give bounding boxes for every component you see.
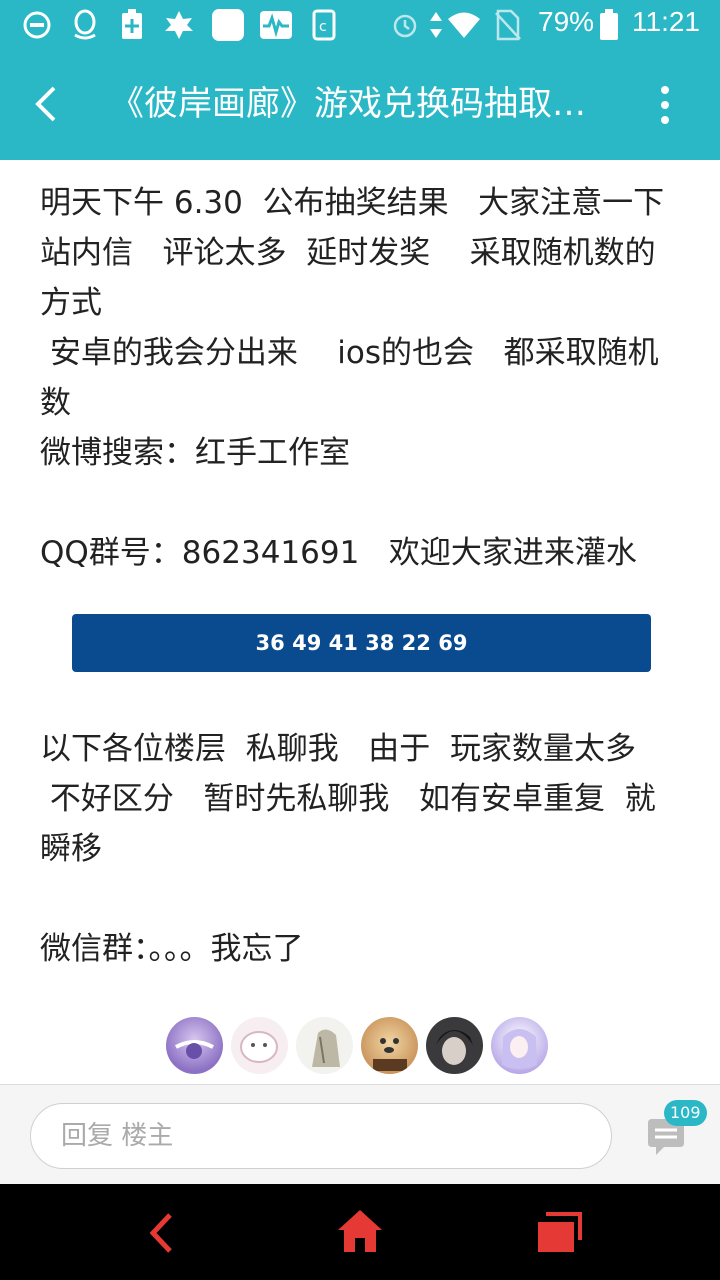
post-text-line: 数	[40, 385, 71, 421]
no-sim-icon	[494, 8, 522, 42]
avatar[interactable]	[491, 1017, 548, 1074]
app-icon	[210, 8, 246, 42]
post-text-line: QQ群号：862341691 欢迎大家进来灌水	[40, 535, 637, 571]
clipboard-icon: c	[310, 8, 338, 42]
avatar[interactable]	[166, 1017, 223, 1074]
post-text-line: 微信群：。。。我忘了	[40, 931, 304, 967]
post-text-line: 安卓的我会分出来 ios的也会 都采取随机	[40, 335, 659, 371]
data-arrows-icon	[428, 8, 444, 42]
reply-bar: 回复 楼主 109	[0, 1084, 720, 1184]
leaf-icon	[160, 8, 198, 42]
battery-icon	[598, 8, 620, 42]
post-text-line: 瞬移	[40, 831, 102, 867]
recents-icon	[538, 1212, 582, 1252]
back-button[interactable]	[22, 78, 70, 130]
post-body: 明天下午 6.30 公布抽奖结果 大家注意一下 站内信 评论太多 延时发奖 采取…	[40, 178, 690, 578]
avatar[interactable]	[296, 1017, 353, 1074]
activity-icon	[258, 8, 294, 42]
clock: 11:21	[632, 6, 700, 37]
nav-recents-button[interactable]	[536, 1210, 584, 1258]
liker-avatars	[166, 1017, 548, 1075]
avatar[interactable]	[426, 1017, 483, 1074]
navigation-bar	[0, 1184, 720, 1280]
alarm-icon	[390, 8, 420, 42]
post-text-line: 微博搜索：红手工作室	[40, 435, 350, 471]
home-icon	[338, 1210, 382, 1252]
more-menu-button[interactable]	[650, 82, 680, 128]
nav-home-button[interactable]	[336, 1208, 384, 1258]
post-text-line: 以下各位楼层 私聊我 由于 玩家数量太多	[40, 731, 636, 767]
more-vertical-icon	[661, 86, 669, 124]
qq-icon	[68, 8, 102, 42]
post-text-line: 站内信 评论太多 延时发奖 采取随机数的	[40, 235, 656, 271]
chevron-left-icon	[35, 86, 56, 122]
nav-back-button[interactable]	[148, 1212, 174, 1258]
app-header: 《彼岸画廊》游戏兑换码抽取…	[0, 50, 720, 160]
reply-input[interactable]: 回复 楼主	[30, 1103, 612, 1169]
back-arrow-icon	[149, 1213, 172, 1253]
comment-count-badge: 109	[664, 1100, 707, 1126]
status-bar: c 79% 11:21	[0, 0, 720, 50]
battery-percent: 79%	[538, 6, 595, 37]
battery-saver-icon	[118, 8, 146, 42]
post-text-line: 不好区分 暂时先私聊我 如有安卓重复 就	[40, 781, 656, 817]
avatar[interactable]	[361, 1017, 418, 1074]
wifi-icon	[446, 8, 482, 42]
dnd-icon	[20, 8, 54, 42]
svg-text:c: c	[319, 19, 327, 35]
lottery-numbers-banner: 36 49 41 38 22 69	[72, 614, 651, 672]
page-title: 《彼岸画廊》游戏兑换码抽取…	[110, 84, 586, 124]
avatar[interactable]	[231, 1017, 288, 1074]
post-text-line: 方式	[40, 285, 102, 321]
post-body-continued: 以下各位楼层 私聊我 由于 玩家数量太多 不好区分 暂时先私聊我 如有安卓重复 …	[40, 724, 690, 974]
post-text-line: 明天下午 6.30 公布抽奖结果 大家注意一下	[40, 185, 665, 221]
